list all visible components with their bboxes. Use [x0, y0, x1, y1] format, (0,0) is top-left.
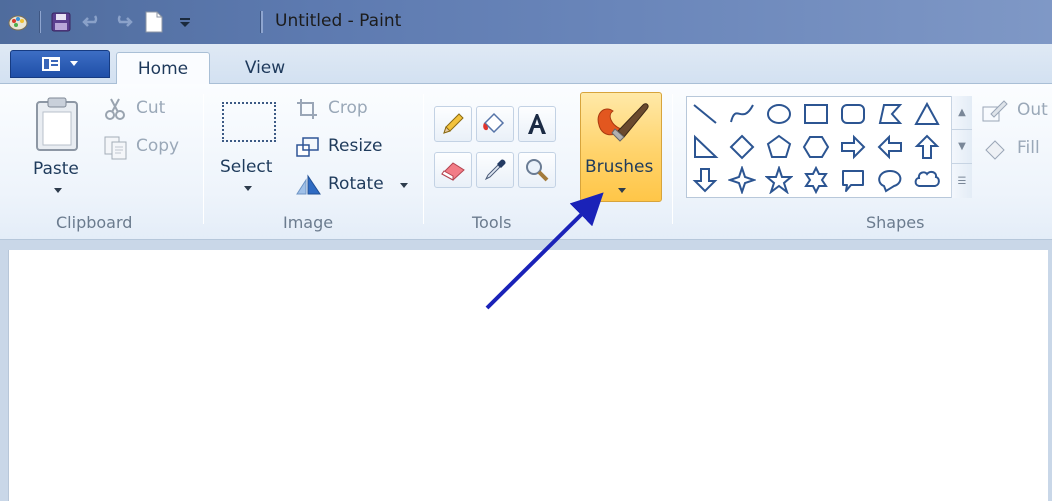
save-icon[interactable] — [50, 11, 72, 33]
shape-oval-icon[interactable] — [765, 100, 793, 128]
brushes-dropdown-caret — [618, 188, 626, 193]
group-separator — [203, 94, 204, 224]
shapes-gallery — [686, 96, 972, 198]
shape-right-arrow-icon[interactable] — [839, 133, 867, 161]
shape-six-point-star-icon[interactable] — [802, 166, 830, 194]
brushes-button[interactable]: Brushes — [580, 92, 662, 202]
customize-toolbar-dropdown-icon[interactable] — [174, 11, 196, 33]
copy-button[interactable]: Copy — [104, 134, 194, 162]
color-picker-tool[interactable] — [476, 152, 514, 188]
shape-line-icon[interactable] — [691, 100, 719, 128]
fill-bucket-icon — [985, 140, 1005, 160]
tools-group-label: Tools — [472, 213, 512, 232]
paint-app-icon[interactable] — [8, 11, 30, 33]
paste-button[interactable]: Paste — [24, 94, 94, 204]
image-group-label: Image — [283, 213, 334, 232]
tab-view[interactable]: View — [222, 52, 308, 84]
shape-fill-button[interactable]: Fill — [982, 134, 1052, 162]
shapes-group-label: Shapes — [866, 213, 925, 232]
group-separator — [423, 94, 424, 224]
shapes-gallery-scrollbar[interactable]: ▲ ▼ ☰ — [951, 96, 972, 198]
paste-dropdown-caret — [54, 188, 62, 193]
shape-oval-callout-icon[interactable] — [876, 166, 904, 194]
brush-icon — [597, 103, 649, 142]
magnifier-icon — [526, 159, 549, 182]
text-icon — [528, 114, 546, 134]
title-separator — [260, 11, 263, 33]
resize-label: Resize — [328, 136, 383, 156]
resize-button[interactable]: Resize — [296, 134, 396, 162]
ribbon-tab-row: Home View — [0, 44, 1052, 85]
shape-five-point-star-icon[interactable] — [765, 166, 793, 194]
shape-cloud-callout-icon[interactable] — [913, 166, 941, 194]
select-button[interactable]: Select — [214, 96, 284, 206]
eraser-tool[interactable] — [434, 152, 472, 188]
shape-outline-button[interactable]: Out — [982, 96, 1052, 124]
toolbar-separator — [39, 11, 41, 33]
clipboard-icon — [36, 97, 78, 151]
shape-curve-icon[interactable] — [728, 100, 756, 128]
shape-pentagon-icon[interactable] — [765, 133, 793, 161]
outline-pencil-icon — [982, 100, 1008, 122]
rotate-dropdown-caret — [400, 183, 408, 188]
shape-rounded-rectangle-icon[interactable] — [839, 100, 867, 128]
crop-icon — [297, 99, 317, 119]
eraser-icon — [441, 162, 465, 181]
shape-rectangle-icon[interactable] — [802, 100, 830, 128]
fill-icon — [483, 112, 505, 134]
magnifier-tool[interactable] — [518, 152, 556, 188]
select-label: Select — [220, 157, 273, 177]
color-picker-icon — [484, 159, 506, 181]
paint-window: Untitled - Paint Home View Paste Cut Cop… — [0, 0, 1052, 501]
crop-label: Crop — [328, 98, 368, 118]
redo-icon[interactable] — [112, 11, 134, 33]
gallery-expand-icon[interactable]: ☰ — [952, 164, 972, 198]
paste-label: Paste — [33, 159, 79, 179]
fill-tool[interactable] — [476, 106, 514, 142]
pencil-tool[interactable] — [434, 106, 472, 142]
shape-hexagon-icon[interactable] — [802, 133, 830, 161]
menu-list-icon — [42, 57, 60, 71]
cut-label: Cut — [136, 98, 166, 118]
shape-four-point-star-icon[interactable] — [728, 166, 756, 194]
copy-icon — [104, 136, 127, 160]
text-tool[interactable] — [518, 106, 556, 142]
shape-triangle-icon[interactable] — [913, 100, 941, 128]
shape-right-triangle-icon[interactable] — [691, 133, 719, 161]
paint-menu-button[interactable] — [10, 50, 110, 78]
title-bar: Untitled - Paint — [0, 0, 1052, 44]
shape-rounded-callout-icon[interactable] — [839, 166, 867, 194]
scroll-up-arrow-icon[interactable]: ▲ — [952, 96, 972, 130]
shape-down-arrow-icon[interactable] — [691, 166, 719, 194]
scroll-down-arrow-icon[interactable]: ▼ — [952, 130, 972, 164]
shape-outline-label: Out — [1017, 100, 1048, 120]
pencil-icon — [443, 113, 464, 134]
scissors-icon — [105, 98, 125, 120]
select-dropdown-caret — [244, 186, 252, 191]
window-title: Untitled - Paint — [275, 11, 402, 31]
rotate-icon — [296, 174, 321, 195]
shape-up-arrow-icon[interactable] — [913, 133, 941, 161]
rotate-label: Rotate — [328, 174, 384, 194]
shape-polygon-icon[interactable] — [876, 100, 904, 128]
clipboard-group-label: Clipboard — [56, 213, 133, 232]
shape-diamond-icon[interactable] — [728, 133, 756, 161]
resize-icon — [296, 137, 319, 157]
group-separator — [672, 94, 673, 224]
new-document-icon[interactable] — [143, 11, 165, 33]
copy-label: Copy — [136, 136, 180, 156]
drawing-canvas[interactable] — [8, 250, 1048, 501]
tab-home[interactable]: Home — [116, 52, 210, 85]
selection-marquee-icon — [222, 102, 276, 142]
shape-left-arrow-icon[interactable] — [876, 133, 904, 161]
rotate-button[interactable]: Rotate — [296, 172, 416, 200]
crop-button[interactable]: Crop — [296, 96, 386, 124]
chevron-down-icon — [70, 61, 78, 66]
shape-fill-label: Fill — [1017, 138, 1040, 158]
quick-access-toolbar — [8, 8, 196, 36]
undo-icon[interactable] — [81, 11, 103, 33]
cut-button[interactable]: Cut — [104, 96, 184, 124]
brushes-label: Brushes — [585, 157, 654, 177]
